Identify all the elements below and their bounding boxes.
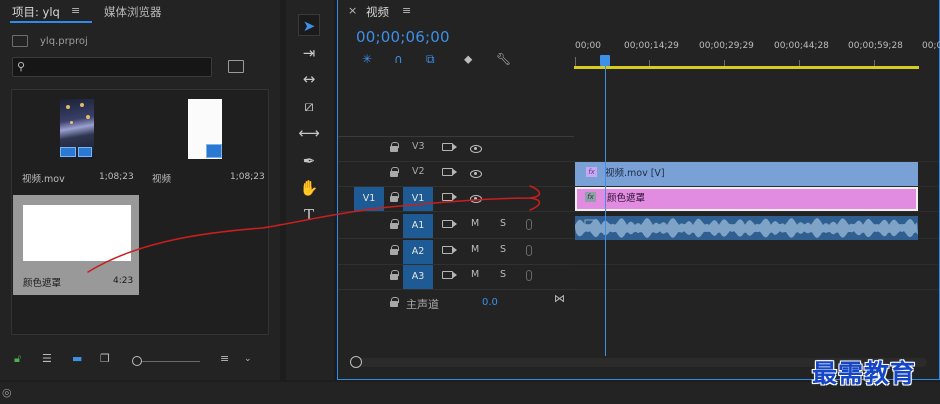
creative-cloud-icon[interactable]: ◎: [2, 386, 12, 399]
status-bar: ◎: [0, 382, 940, 404]
red-annotation-stroke: [87, 185, 541, 273]
watermark-logo: 最需教育: [812, 359, 917, 388]
